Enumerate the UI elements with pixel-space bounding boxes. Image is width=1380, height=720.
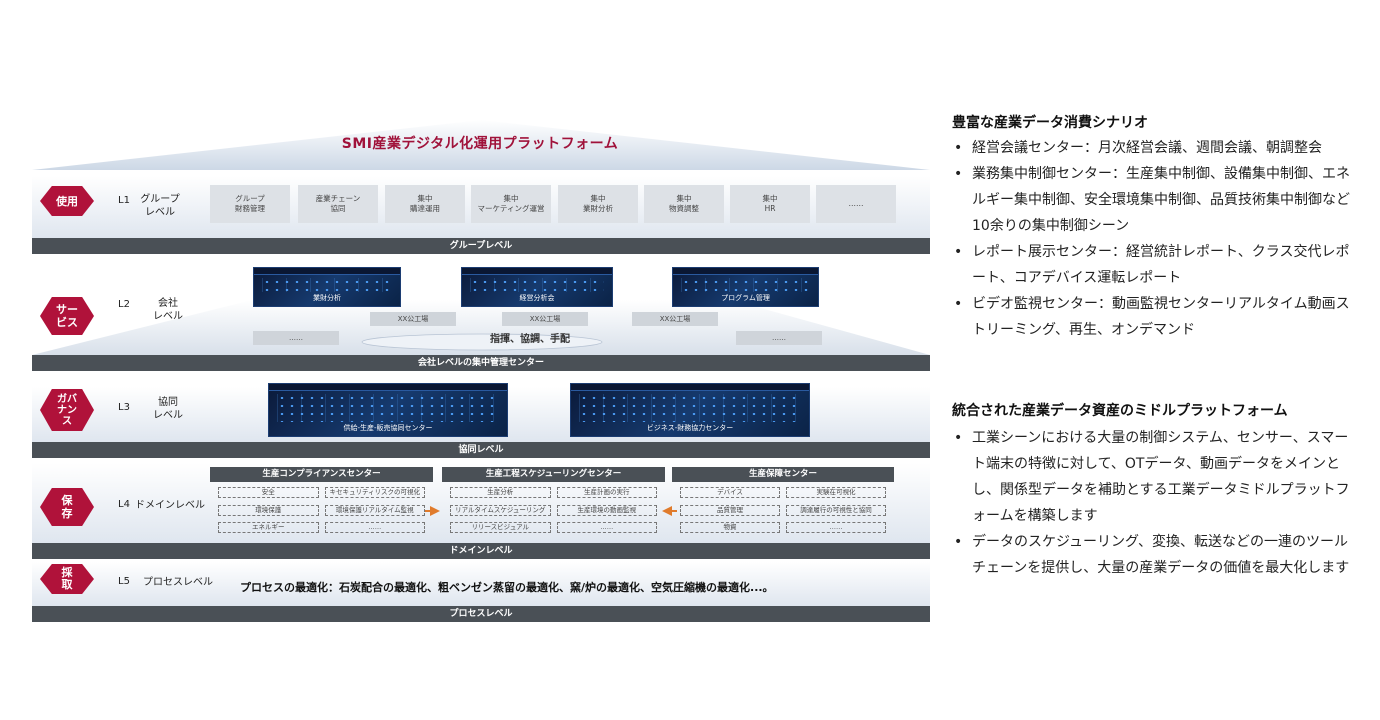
center-cell[interactable]: 物資 bbox=[680, 522, 780, 534]
l1-box-materials[interactable]: 集中 物資調整 bbox=[644, 185, 724, 223]
layer-l5-name: プロセスレベル bbox=[143, 577, 213, 588]
list-item: 工業シーンにおける大量の制御システム、センサー、スマート端末の特徴に対して、OT… bbox=[952, 425, 1352, 529]
l2-screen-management-meeting[interactable]: 経営分析会 bbox=[461, 267, 613, 307]
list-item: レポート展示センター：経営統計レポート、クラス交代レポート、コアデバイス運転レポ… bbox=[952, 239, 1352, 291]
center-compliance: 生産コンプライアンスセンター 安全 キセキュリティリスクの可視化 環境保護 環境… bbox=[210, 467, 433, 537]
l2-screen-caption: プログラム管理 bbox=[721, 294, 770, 302]
layer-l3-bar: 協同レベル bbox=[32, 442, 930, 458]
section1-title: 豊富な産業データ消費シナリオ bbox=[952, 115, 1148, 131]
l2-factory-tag: XX公工場 bbox=[370, 312, 456, 326]
layer-l5-level: L5 bbox=[118, 576, 130, 587]
platform-title: SMI産業デジタル化運用プラットフォーム bbox=[341, 136, 619, 152]
center-scheduling: 生産工程スケジューリングセンター 生産分析 生産計画の実行 リアルタイムスケジュ… bbox=[442, 467, 665, 537]
section2-title: 統合された産業データ資産のミドルプラットフォーム bbox=[952, 403, 1288, 419]
layer-l4-level: L4 bbox=[118, 499, 130, 510]
l2-screen-program-management[interactable]: プログラム管理 bbox=[672, 267, 819, 307]
layer-l2-bar: 会社レベルの集中管理センター bbox=[32, 355, 930, 371]
center-cell[interactable]: 環境保護 bbox=[218, 504, 319, 516]
center-cell[interactable]: 環境保護リアルタイム監視 bbox=[324, 504, 425, 516]
layer-l4-bar: ドメインレベル bbox=[32, 543, 930, 559]
center-title: 生産保障センター bbox=[672, 467, 894, 482]
section1-list: 経営会議センター：月次経営会議、週間会議、朝調整会 業務集中制御センター：生産集… bbox=[952, 135, 1352, 343]
center-cell[interactable]: …… bbox=[786, 522, 886, 534]
layer-l2-name: 会社 レベル bbox=[153, 298, 183, 322]
l2-factory-tag: XX公工場 bbox=[502, 312, 588, 326]
flow-arrow-right-icon bbox=[430, 506, 440, 516]
l3-screen-supply-production-sales[interactable]: 供給-生産-販売協同センター bbox=[268, 383, 508, 437]
list-item: 経営会議センター：月次経営会議、週間会議、朝調整会 bbox=[952, 135, 1352, 161]
l1-box-hr[interactable]: 集中 HR bbox=[730, 185, 810, 223]
center-cell[interactable]: キセキュリティリスクの可視化 bbox=[324, 487, 425, 498]
l2-side-tag: …… bbox=[253, 331, 339, 345]
center-cell[interactable]: 生産環境の動画監視 bbox=[556, 504, 657, 516]
l2-screen-caption: 業財分析 bbox=[313, 294, 341, 302]
center-cell[interactable]: …… bbox=[324, 522, 425, 534]
l2-command-text: 指揮、協調、手配 bbox=[490, 334, 570, 345]
l2-screen-caption: 経営分析会 bbox=[519, 294, 555, 302]
center-cell[interactable]: 安全 bbox=[218, 487, 319, 498]
layer-l5-bar: プロセスレベル bbox=[32, 606, 930, 622]
l5-process-text: プロセスの最適化：石炭配合の最適化、粗ベンゼン蒸留の最適化、窯/炉の最適化、空気… bbox=[240, 581, 774, 594]
l1-box-finance[interactable]: グループ 財務管理 bbox=[210, 185, 290, 223]
l3-screen-caption: 供給-生産-販売協同センター bbox=[343, 424, 433, 432]
layer-l2-level: L2 bbox=[118, 299, 130, 310]
center-cell[interactable]: リリースビジュアル bbox=[450, 522, 551, 534]
l2-factory-tag: XX公工場 bbox=[632, 312, 718, 326]
l1-box-chain[interactable]: 産業チェーン 協同 bbox=[298, 185, 378, 223]
layer-l4-name: ドメインレベル bbox=[135, 500, 205, 511]
flow-arrow-shaft bbox=[425, 510, 431, 512]
l2-screen-business-finance[interactable]: 業財分析 bbox=[253, 267, 401, 307]
layer-l3-level: L3 bbox=[118, 402, 130, 413]
l1-box-more[interactable]: …… bbox=[816, 185, 896, 223]
layer-l1-bar: グループレベル bbox=[32, 238, 930, 254]
center-cell[interactable]: 生産分析 bbox=[450, 487, 551, 498]
layer-l3-name: 協同 レベル bbox=[153, 397, 183, 421]
l3-screen-caption: ビジネス-財務協力センター bbox=[646, 424, 734, 432]
l1-box-procurement[interactable]: 集中 購達運用 bbox=[385, 185, 465, 223]
center-cell[interactable]: 実験在可視化 bbox=[786, 487, 886, 498]
l1-box-marketing[interactable]: 集中 マーケティング運営 bbox=[471, 185, 551, 223]
layer-l1-name: グループ レベル bbox=[140, 194, 180, 218]
layer-l1-level: L1 bbox=[118, 195, 130, 206]
l1-box-business-finance[interactable]: 集中 業財分析 bbox=[558, 185, 638, 223]
center-title: 生産工程スケジューリングセンター bbox=[442, 467, 665, 482]
center-assurance: 生産保障センター デバイス 実験在可視化 品質管理 調達履行の可視性と協同 物資… bbox=[672, 467, 894, 537]
center-cell[interactable]: 調達履行の可視性と協同 bbox=[786, 504, 886, 516]
section2-list: 工業シーンにおける大量の制御システム、センサー、スマート端末の特徴に対して、OT… bbox=[952, 425, 1352, 581]
center-cell[interactable]: デバイス bbox=[680, 487, 780, 498]
list-item: ビデオ監視センター：動画監視センターリアルタイム動画ストリーミング、再生、オンデ… bbox=[952, 291, 1352, 343]
center-title: 生産コンプライアンスセンター bbox=[210, 467, 433, 482]
l2-side-tag: …… bbox=[736, 331, 822, 345]
center-cell[interactable]: 生産計画の実行 bbox=[556, 487, 657, 498]
list-item: 業務集中制御センター：生産集中制御、設備集中制御、エネルギー集中制御、安全環境集… bbox=[952, 161, 1352, 239]
list-item: データのスケジューリング、変換、転送などの一連のツールチェーンを提供し、大量の産… bbox=[952, 529, 1352, 581]
center-cell[interactable]: エネルギー bbox=[218, 522, 319, 534]
center-cell[interactable]: リアルタイムスケジューリング bbox=[450, 504, 551, 516]
l3-screen-business-finance[interactable]: ビジネス-財務協力センター bbox=[570, 383, 810, 437]
center-cell[interactable]: 品質管理 bbox=[680, 504, 780, 516]
center-cell[interactable]: …… bbox=[556, 522, 657, 534]
